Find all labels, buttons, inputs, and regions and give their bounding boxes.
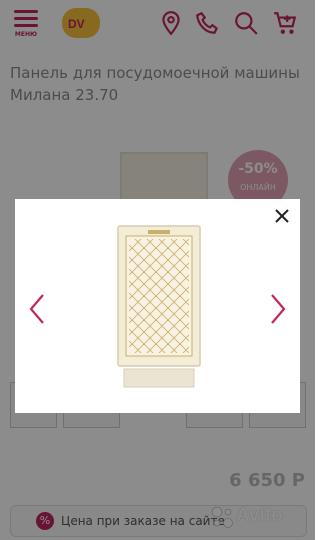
chevron-left-icon[interactable] <box>29 293 45 325</box>
chevron-right-icon[interactable] <box>270 293 286 325</box>
close-icon[interactable] <box>274 208 290 224</box>
product-panel-image <box>117 225 201 388</box>
image-viewer-modal <box>15 199 300 413</box>
